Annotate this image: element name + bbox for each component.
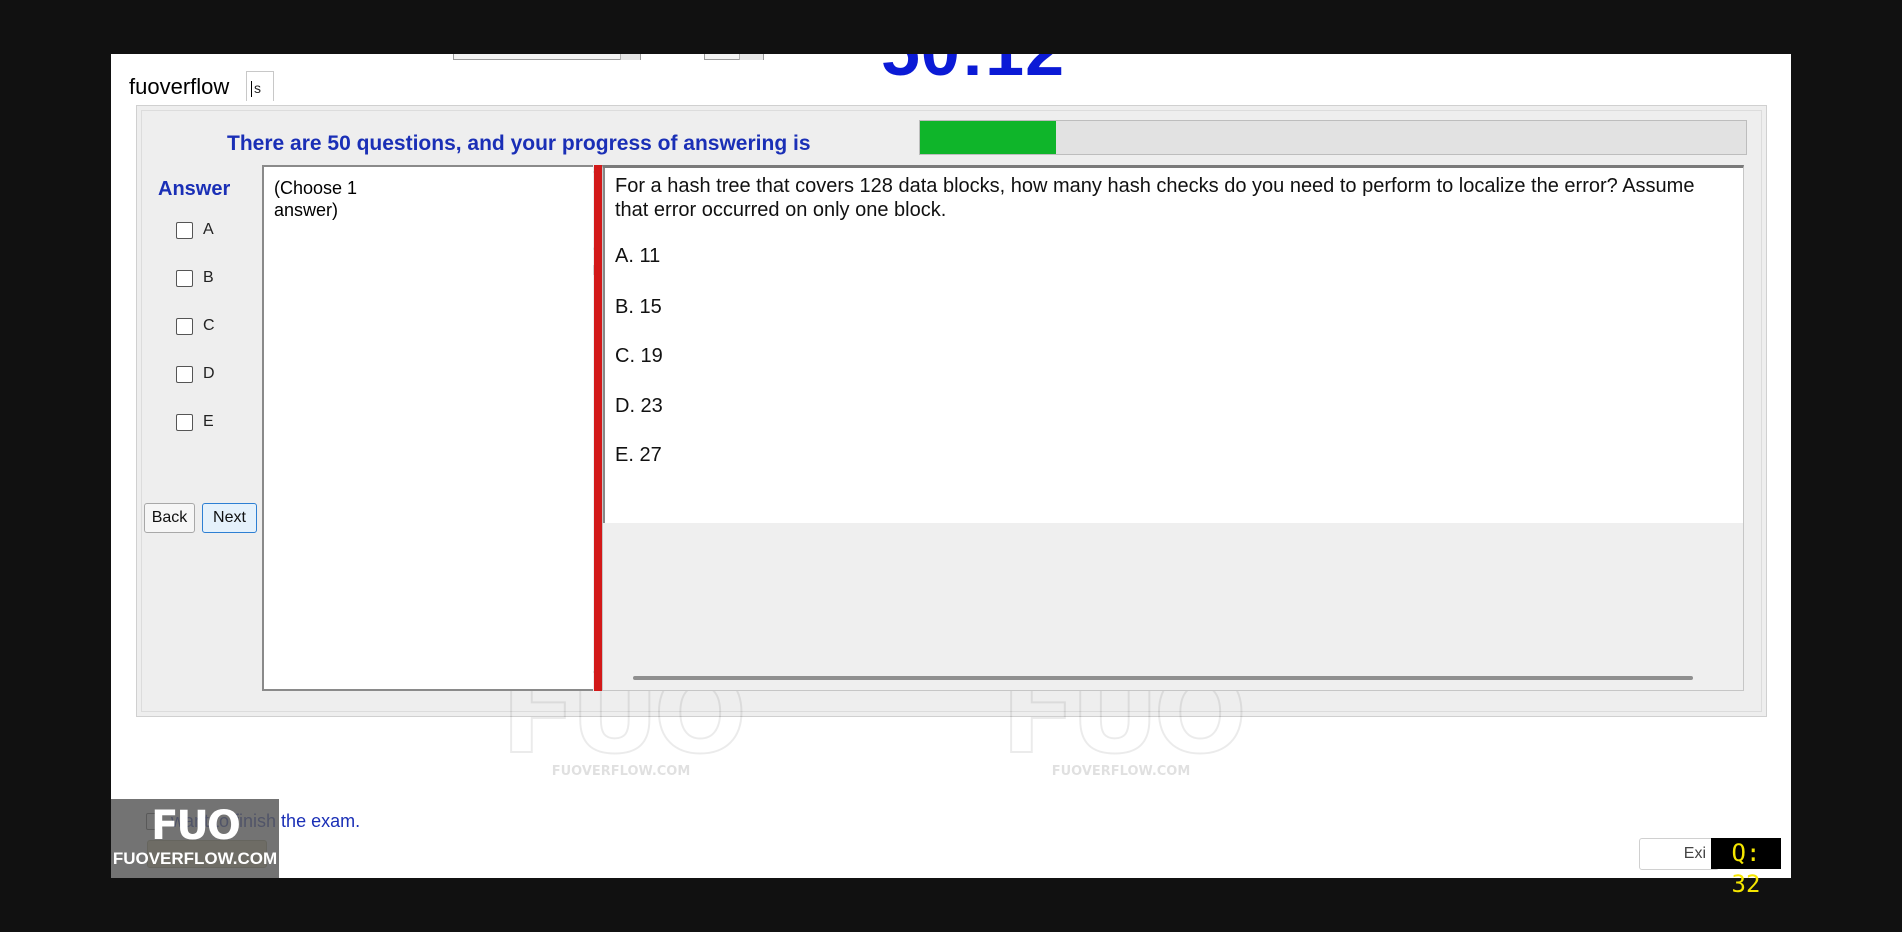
horizontal-scrollbar[interactable]	[633, 676, 1693, 680]
logo-mark: FUO	[151, 803, 241, 849]
chevron-down-icon[interactable]	[739, 54, 763, 60]
answer-heading: Answer	[158, 178, 231, 200]
exam-window: 50:12 fuoverflow s FUOFUOVERFLOW.COM FUO…	[111, 54, 1791, 878]
checkbox[interactable]	[176, 413, 193, 431]
question-content: For a hash tree that covers 128 data blo…	[603, 168, 1743, 523]
answer-option-e[interactable]: E	[176, 411, 214, 433]
checkbox[interactable]	[176, 317, 193, 335]
answer-option-a[interactable]: A	[176, 219, 214, 241]
progress-label: There are 50 questions, and your progres…	[227, 132, 811, 155]
question-choice: C. 19	[615, 345, 663, 367]
back-button[interactable]: Back	[144, 503, 195, 533]
next-button[interactable]: Next	[202, 503, 257, 533]
checkbox[interactable]	[176, 365, 193, 383]
answer-option-c[interactable]: C	[176, 315, 215, 337]
answer-option-label: C	[203, 317, 215, 334]
top-spinner[interactable]	[704, 54, 764, 60]
question-choice: D. 23	[615, 395, 663, 417]
question-choice: B. 15	[615, 296, 662, 318]
fuoverflow-logo: FUO FUOVERFLOW.COM	[111, 799, 279, 878]
answer-option-label: D	[203, 365, 215, 382]
brand-label: fuoverflow	[129, 74, 230, 99]
separator-bar[interactable]	[594, 165, 602, 691]
question-choice: E. 27	[615, 444, 662, 466]
question-text: For a hash tree that covers 128 data blo…	[615, 175, 1695, 221]
countdown-timer: 50:12	[881, 54, 1065, 86]
progress-bar	[919, 120, 1747, 155]
text-cursor-icon	[251, 81, 252, 98]
logo-text: FUOVERFLOW.COM	[112, 849, 278, 868]
tab-stub[interactable]: s	[246, 71, 274, 101]
answer-option-d[interactable]: D	[176, 363, 215, 385]
answer-option-b[interactable]: B	[176, 267, 214, 289]
question-area: For a hash tree that covers 128 data blo…	[602, 165, 1744, 691]
answer-option-label: B	[203, 269, 214, 286]
question-number-badge: Q: 32	[1711, 838, 1781, 898]
question-choice: A. 11	[615, 245, 661, 267]
top-combobox[interactable]	[453, 54, 641, 60]
choose-hint-box: (Choose 1 answer)	[262, 165, 593, 691]
choose-hint: (Choose 1 answer)	[274, 178, 358, 220]
checkbox[interactable]	[176, 221, 193, 239]
exit-button[interactable]: Exi	[1639, 838, 1719, 870]
answer-option-label: E	[203, 413, 214, 430]
tab-stub-label: s	[254, 80, 261, 96]
chevron-down-icon[interactable]	[620, 54, 640, 60]
answer-option-label: A	[203, 221, 214, 238]
checkbox[interactable]	[176, 269, 193, 287]
progress-fill	[920, 121, 1057, 154]
